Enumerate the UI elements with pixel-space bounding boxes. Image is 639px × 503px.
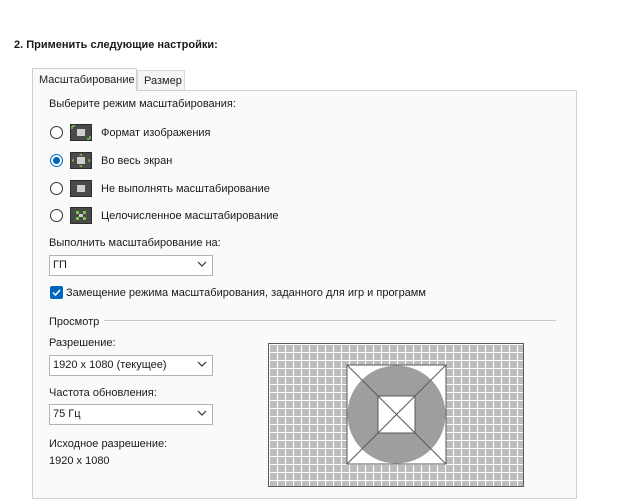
perform-scaling-on-value: ГП xyxy=(53,259,67,271)
scaling-preview-image xyxy=(268,343,524,487)
resolution-value: 1920 x 1080 (текущее) xyxy=(53,359,167,371)
tab-size[interactable]: Размер xyxy=(137,70,185,90)
full-screen-icon xyxy=(70,152,92,169)
refresh-rate-value: 75 Гц xyxy=(53,408,81,420)
scaling-mode-prompt: Выберите режим масштабирования: xyxy=(49,98,236,110)
perform-scaling-on-label: Выполнить масштабирование на: xyxy=(49,237,221,249)
override-label[interactable]: Замещение режима масштабирования, заданн… xyxy=(66,287,426,299)
test-pattern-graphic xyxy=(346,364,447,465)
radio-full-screen[interactable] xyxy=(50,154,63,167)
override-checkbox[interactable] xyxy=(50,286,63,299)
chevron-down-icon xyxy=(197,410,207,416)
chevron-down-icon xyxy=(197,361,207,367)
aspect-ratio-icon xyxy=(70,124,92,141)
resolution-select[interactable]: 1920 x 1080 (текущее) xyxy=(49,355,213,376)
tab-scaling[interactable]: Масштабирование xyxy=(32,68,137,91)
native-resolution-value: 1920 x 1080 xyxy=(49,455,110,467)
refresh-rate-label: Частота обновления: xyxy=(49,387,157,399)
radio-no-scaling[interactable] xyxy=(50,182,63,195)
resolution-label: Разрешение: xyxy=(49,337,116,349)
no-scaling-icon xyxy=(70,180,92,197)
integer-scaling-icon xyxy=(70,207,92,224)
native-resolution-label: Исходное разрешение: xyxy=(49,438,168,450)
preview-group-label: Просмотр xyxy=(49,316,100,328)
radio-integer-scaling[interactable] xyxy=(50,209,63,222)
refresh-rate-select[interactable]: 75 Гц xyxy=(49,404,213,425)
preview-group-divider xyxy=(104,320,556,321)
section-heading: 2. Применить следующие настройки: xyxy=(14,39,218,51)
option-integer-scaling-label[interactable]: Целочисленное масштабирование xyxy=(101,210,279,222)
radio-aspect-ratio[interactable] xyxy=(50,126,63,139)
option-no-scaling-label[interactable]: Не выполнять масштабирование xyxy=(101,183,270,195)
option-aspect-ratio-label[interactable]: Формат изображения xyxy=(101,127,211,139)
chevron-down-icon xyxy=(197,261,207,267)
perform-scaling-on-select[interactable]: ГП xyxy=(49,255,213,276)
option-full-screen-label[interactable]: Во весь экран xyxy=(101,155,172,167)
checkmark-icon xyxy=(52,289,61,297)
